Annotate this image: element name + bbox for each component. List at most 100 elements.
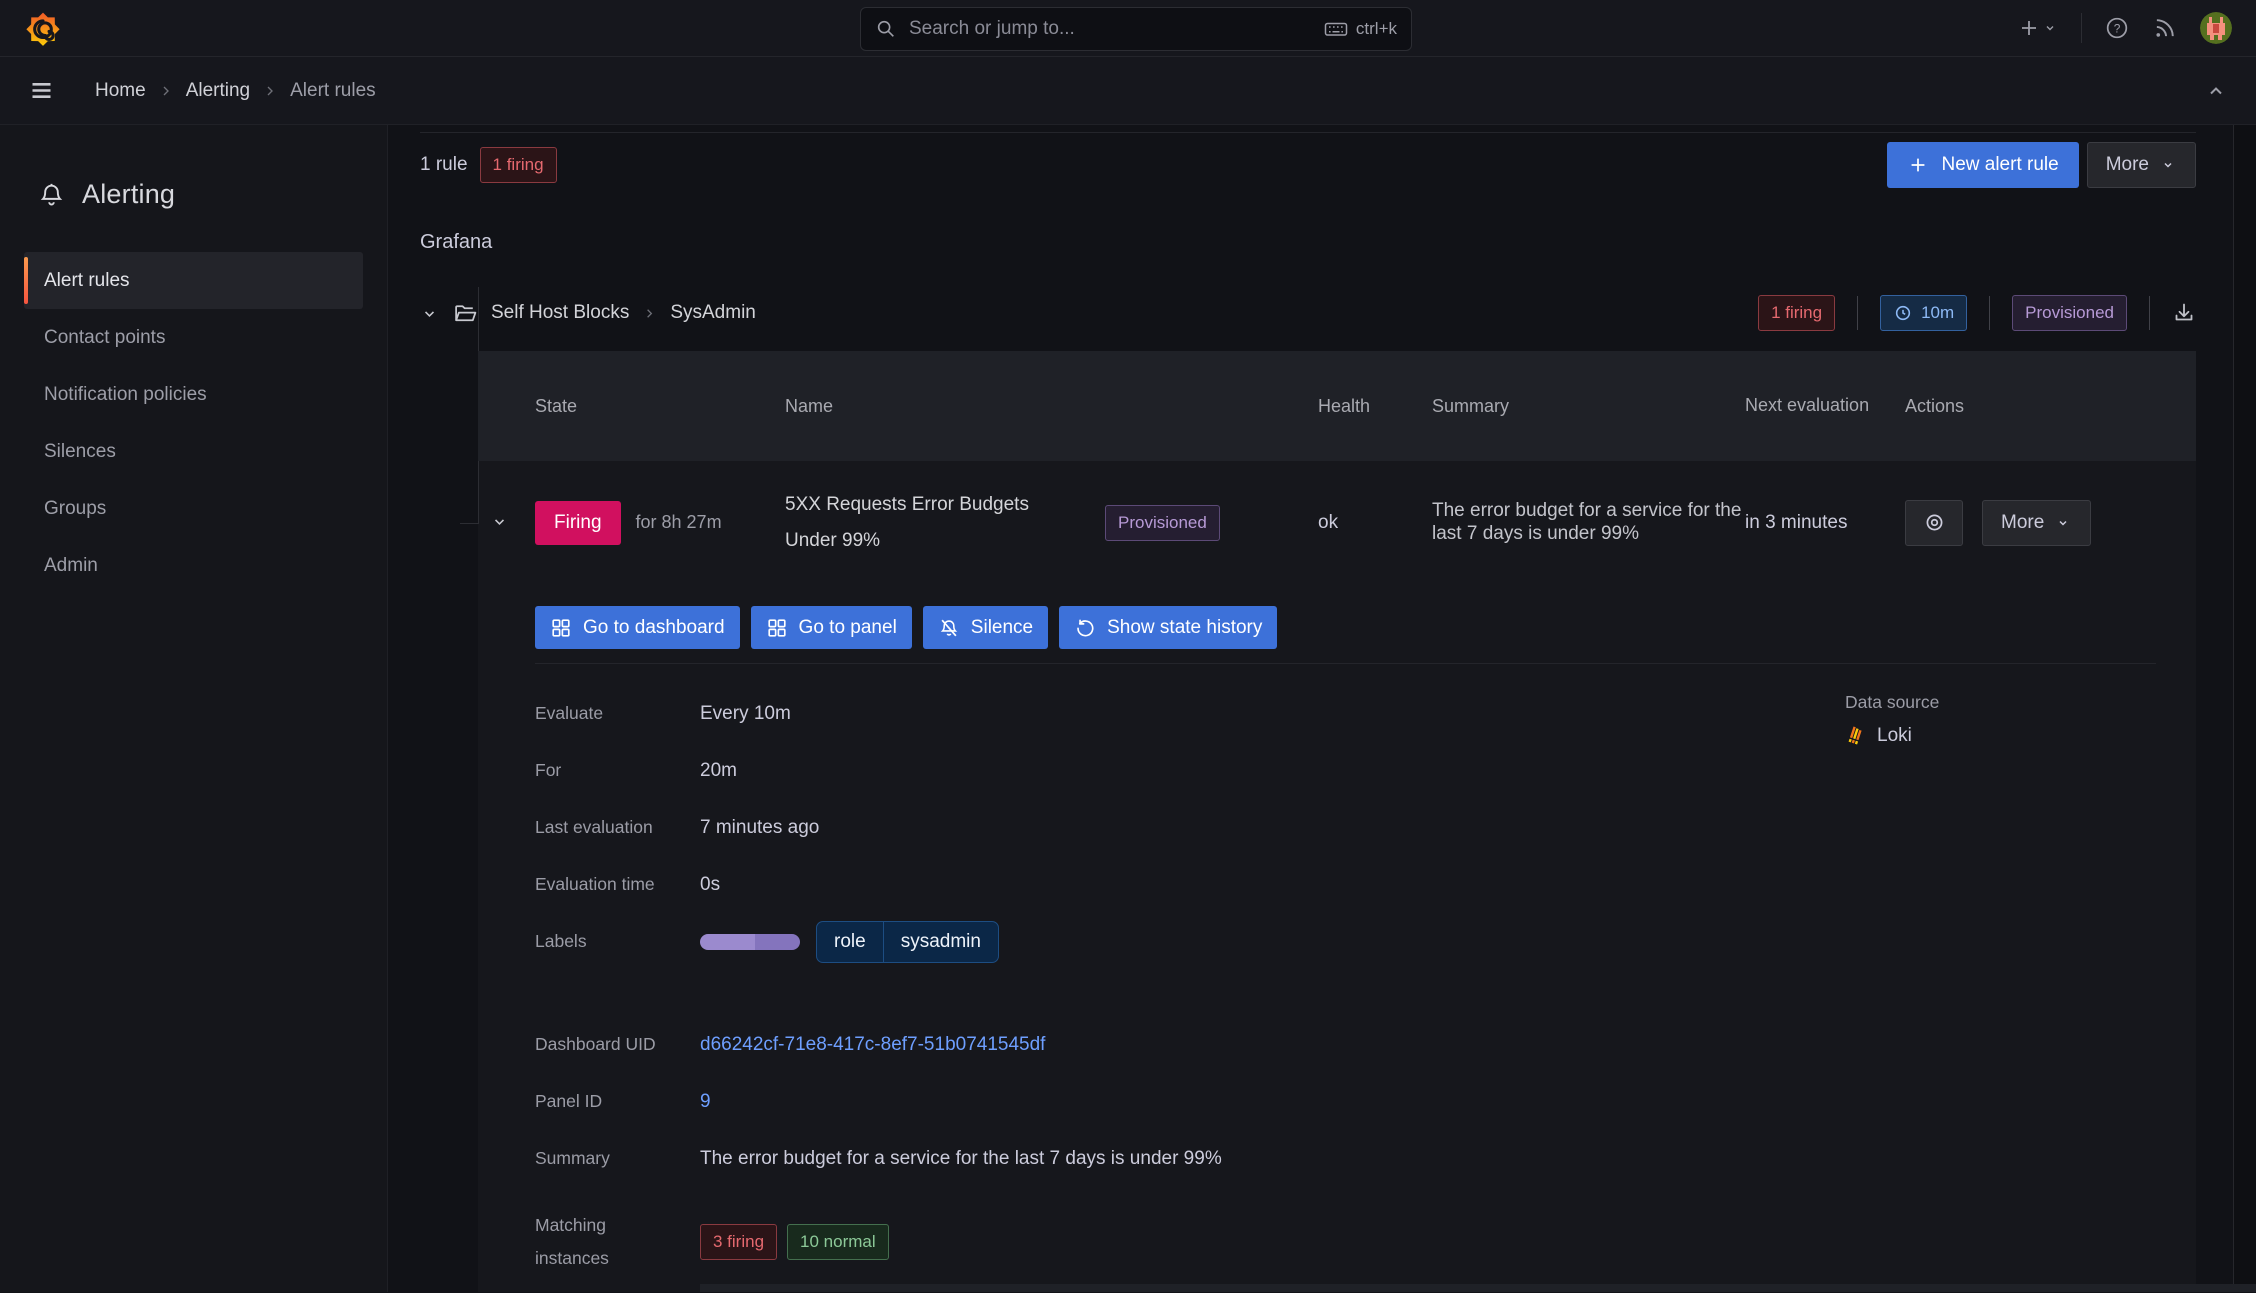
history-icon <box>1077 618 1094 636</box>
divider <box>1857 296 1859 330</box>
evaluation-interval-badge[interactable]: 10m <box>1880 295 1968 331</box>
rule-group-row: Self Host Blocks SysAdmin 1 firing 10m P… <box>420 292 2196 334</box>
sidebar-item-silences[interactable]: Silences <box>24 423 363 480</box>
breadcrumb-bar: Home Alerting Alert rules <box>0 57 2256 125</box>
detail-label: Evaluate <box>535 703 604 723</box>
detail-row-evaluation-time: Evaluation time 0s <box>535 856 1635 913</box>
firing-count-badge: 1 firing <box>479 147 557 183</box>
firing-duration: for 8h 27m <box>635 512 722 532</box>
keyboard-shortcut-hint: ctrl+k <box>1324 17 1397 41</box>
detail-row-panel-id: Panel ID 9 <box>535 1073 1635 1130</box>
content-divider <box>420 132 2196 133</box>
sidebar-item-contact-points[interactable]: Contact points <box>24 309 363 366</box>
collapse-header-button[interactable] <box>2204 79 2228 103</box>
column-header-name: Name <box>785 395 834 416</box>
panel-id-link[interactable]: 9 <box>700 1091 711 1113</box>
folder-open-icon <box>453 301 478 326</box>
svg-text:?: ? <box>2114 22 2121 36</box>
chevron-down-icon <box>2046 26 2054 31</box>
chevron-down-icon <box>2059 520 2067 526</box>
sidebar-title: Alerting <box>82 179 176 209</box>
rule-quick-actions: Go to dashboard Go to panel Silence Show… <box>535 606 1278 649</box>
sidebar-section-header: Alerting <box>24 179 363 210</box>
breadcrumb-home[interactable]: Home <box>95 80 146 102</box>
sidebar-item-groups[interactable]: Groups <box>24 480 363 537</box>
rule-provisioned-badge: Provisioned <box>1105 504 1220 541</box>
view-rule-button[interactable] <box>1905 499 1963 546</box>
breadcrumb-alert-rules: Alert rules <box>290 79 376 101</box>
detail-label: Panel ID <box>535 1091 603 1111</box>
table-row: Firing for 8h 27m 5XX Requests Error Bud… <box>478 461 2196 584</box>
label-tag[interactable]: role sysadmin <box>816 920 999 963</box>
top-navigation-bar: Search or jump to... ctrl+k ? <box>0 0 2256 57</box>
sidebar-item-label: Notification policies <box>44 383 207 405</box>
rule-details: Evaluate Every 10m For 20m Last evaluati… <box>535 685 1635 1276</box>
go-to-dashboard-button[interactable]: Go to dashboard <box>535 606 740 649</box>
menu-toggle-button[interactable] <box>28 77 55 104</box>
show-state-history-button[interactable]: Show state history <box>1059 606 1278 649</box>
alerting-sidebar: Alerting Alert rules Contact points Noti… <box>0 125 388 1292</box>
scrollbar-gutter[interactable] <box>2233 125 2256 1292</box>
go-to-panel-button[interactable]: Go to panel <box>750 606 912 649</box>
grafana-logo[interactable] <box>24 9 62 47</box>
sidebar-item-notification-policies[interactable]: Notification policies <box>24 366 363 423</box>
rule-name-link[interactable]: 5XX Requests Error Budgets Under 99% <box>785 487 1085 557</box>
datasource-name: Loki <box>1877 725 1912 746</box>
header-more-button[interactable]: More <box>2086 142 2196 188</box>
tree-guide-line <box>460 523 478 524</box>
search-placeholder: Search or jump to... <box>909 18 1075 39</box>
detail-row-dashboard-uid: Dashboard UID d66242cf-71e8-417c-8ef7-51… <box>535 1016 1635 1073</box>
keyboard-icon <box>1324 17 1348 41</box>
chevron-right-icon <box>158 83 174 99</box>
datasource-block: Data source Loki <box>1845 692 1939 747</box>
group-firing-badge: 1 firing <box>1758 295 1836 331</box>
table-header-row: State Name Health Summary Next evaluatio… <box>478 351 2196 461</box>
column-header-summary: Summary <box>1432 395 1510 416</box>
plus-icon <box>1912 158 1925 172</box>
chevron-right-icon <box>642 306 657 321</box>
rule-more-button[interactable]: More <box>1982 499 2092 546</box>
topbar-divider <box>2081 13 2082 43</box>
silence-button[interactable]: Silence <box>922 606 1049 649</box>
sidebar-item-label: Silences <box>44 440 116 462</box>
eye-icon <box>1926 514 1942 531</box>
detail-label: Last evaluation <box>535 817 653 837</box>
detail-value: 7 minutes ago <box>700 816 820 838</box>
matching-instances-row: Matching instances 3 firing 10 normal <box>535 1209 1635 1276</box>
group-folder-name[interactable]: Self Host Blocks <box>491 302 629 324</box>
user-avatar[interactable] <box>2200 12 2232 44</box>
detail-value: The error budget for a service for the l… <box>700 1147 1222 1169</box>
sidebar-item-alert-rules[interactable]: Alert rules <box>24 252 363 309</box>
new-alert-rule-button[interactable]: New alert rule <box>1887 142 2079 188</box>
instances-normal-badge: 10 normal <box>787 1224 889 1261</box>
active-indicator-bar <box>24 257 28 304</box>
dashboard-uid-link[interactable]: d66242cf-71e8-417c-8ef7-51b0741545df <box>700 1034 1045 1056</box>
detail-label: For <box>535 760 562 780</box>
column-header-health: Health <box>1318 395 1371 416</box>
search-icon <box>875 18 897 40</box>
breadcrumb-alerting[interactable]: Alerting <box>186 80 250 102</box>
collapse-group-icon[interactable] <box>420 304 439 323</box>
bell-slash-icon <box>940 619 958 636</box>
chevron-down-icon <box>2164 162 2172 168</box>
label-value: sysadmin <box>900 930 981 952</box>
news-rss-button[interactable] <box>2152 15 2178 41</box>
label-key: role <box>834 930 866 952</box>
next-evaluation-value: in 3 minutes <box>1745 511 1848 533</box>
sidebar-item-label: Contact points <box>44 326 166 348</box>
column-header-actions: Actions <box>1905 395 1965 416</box>
add-new-button[interactable] <box>2017 16 2059 40</box>
detail-value: 0s <box>700 873 721 895</box>
sidebar-item-admin[interactable]: Admin <box>24 537 363 594</box>
health-status: ok <box>1318 511 1339 533</box>
detail-label: Evaluation time <box>535 874 655 894</box>
search-input[interactable]: Search or jump to... ctrl+k <box>860 7 1412 51</box>
group-subfolder-name[interactable]: SysAdmin <box>670 302 756 324</box>
detail-row-summary: Summary The error budget for a service f… <box>535 1130 1635 1187</box>
instances-table-header-partial <box>700 1284 2256 1292</box>
divider <box>2149 296 2150 330</box>
detail-value: 20m <box>700 759 737 781</box>
apps-grid-icon <box>552 618 570 637</box>
help-button[interactable]: ? <box>2104 15 2130 41</box>
export-group-icon[interactable] <box>2172 301 2196 325</box>
